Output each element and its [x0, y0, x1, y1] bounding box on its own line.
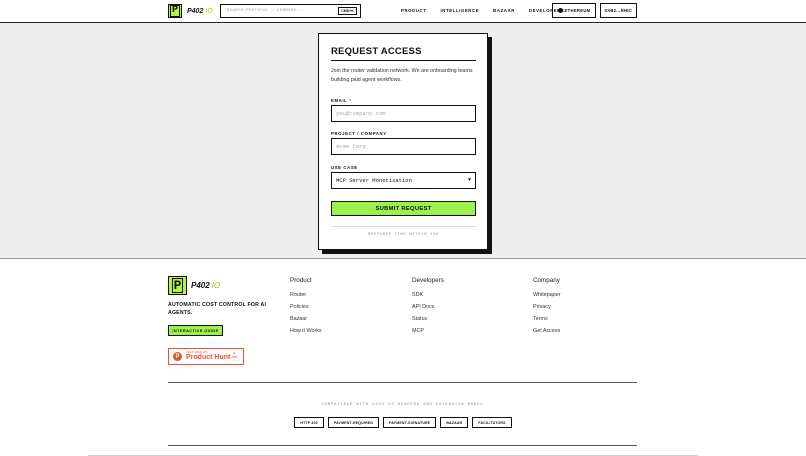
- logo-mark-icon: P: [168, 276, 187, 295]
- footer-link-policies[interactable]: Policies: [290, 304, 322, 316]
- compatibility-note: COMPATIBLE WITH X402 V2 HEADERS AND EXTE…: [321, 403, 484, 407]
- wallet-button[interactable]: 0XB2...59EC: [600, 3, 637, 18]
- interactive-guide-button[interactable]: INTERACTIVE GUIDE: [168, 325, 223, 336]
- ethereum-icon: [557, 8, 563, 13]
- logo-letter: P: [171, 278, 184, 293]
- upvote-number: 156: [231, 354, 237, 359]
- footer-col-product: Product Router Policies Bazaar How it Wo…: [290, 277, 322, 340]
- required-marker: *: [349, 98, 352, 103]
- project-field[interactable]: Acme Corp: [331, 138, 476, 155]
- footer-link-how-it-works[interactable]: How it Works: [290, 328, 322, 340]
- request-access-card: REQUEST ACCESS Join the router validatio…: [318, 33, 488, 250]
- product-hunt-text: FEATURED ON Product Hunt: [186, 351, 231, 362]
- footer-link-privacy[interactable]: Privacy: [533, 304, 561, 316]
- upvote-count: ▲ 156: [231, 351, 237, 360]
- tag-http-402[interactable]: HTTP 402: [294, 417, 324, 428]
- main-content: REQUEST ACCESS Join the router validatio…: [0, 23, 806, 259]
- nav-bazaar[interactable]: BAZAAR: [493, 8, 515, 13]
- usecase-label: USE CASE: [331, 165, 358, 170]
- footer-link-status[interactable]: Status: [412, 316, 444, 328]
- email-field[interactable]: you@company.com: [331, 105, 476, 122]
- protocol-tags: HTTP 402 PAYMENT-REQUIRED PAYMENT-SIGNAT…: [0, 417, 806, 428]
- product-hunt-icon: P: [173, 352, 182, 361]
- nav-product[interactable]: PRODUCT: [401, 8, 426, 13]
- title-divider: [331, 60, 476, 61]
- footer-link-terms[interactable]: Terms: [533, 316, 561, 328]
- submit-button[interactable]: SUBMIT REQUEST: [331, 201, 476, 216]
- form-title: REQUEST ACCESS: [331, 46, 422, 57]
- site-footer: P P402 IO AUTOMATIC COST CONTROL FOR AI A…: [0, 260, 806, 456]
- brand-logo[interactable]: P P402 IO: [168, 4, 213, 18]
- footer-link-whitepaper[interactable]: Whitepaper: [533, 292, 561, 304]
- footer-col-developers: Developers SDK API Docs Status MCP: [412, 277, 444, 340]
- footer-divider: [331, 226, 476, 227]
- network-label: ETHEREUM: [564, 8, 591, 13]
- project-label: PROJECT / COMPANY: [331, 131, 387, 136]
- product-hunt-badge[interactable]: P FEATURED ON Product Hunt ▲ 156: [168, 348, 244, 365]
- footer-col-heading: Company: [533, 277, 560, 284]
- product-hunt-name: Product Hunt: [186, 354, 231, 362]
- footer-col-heading: Product: [290, 277, 312, 284]
- footer-link-sdk[interactable]: SDK: [412, 292, 444, 304]
- search-input[interactable]: SEARCH PROTOCOL / COMMAND... CMD+K: [220, 4, 361, 18]
- chevron-down-icon: ▼: [467, 177, 471, 183]
- response-note: RESPONSE TIME WITHIN 24H: [368, 233, 439, 237]
- footer-link-mcp[interactable]: MCP: [412, 328, 444, 340]
- email-placeholder: you@company.com: [336, 110, 386, 117]
- footer-brand-name: P402 IO: [191, 281, 221, 290]
- wallet-address: 0XB2...59EC: [604, 8, 633, 13]
- email-label: EMAIL *: [331, 98, 352, 103]
- search-shortcut-badge: CMD+K: [338, 7, 357, 15]
- footer-link-get-access[interactable]: Get Access: [533, 328, 561, 340]
- tag-payment-signature[interactable]: PAYMENT-SIGNATURE: [383, 417, 437, 428]
- usecase-select[interactable]: MCP Server Monetization ▼: [331, 172, 476, 189]
- network-selector[interactable]: ETHEREUM: [552, 3, 596, 18]
- logo-letter: P: [169, 5, 180, 17]
- footer-divider: [168, 445, 637, 446]
- footer-col-company: Company Whitepaper Privacy Terms Get Acc…: [533, 277, 561, 340]
- top-header: P P402 IO SEARCH PROTOCOL / COMMAND... CM…: [0, 0, 806, 23]
- footer-tagline: AUTOMATIC COST CONTROL FOR AI AGENTS.: [168, 302, 267, 316]
- footer-link-router[interactable]: Router: [290, 292, 322, 304]
- brand-name: P402 IO: [187, 7, 213, 15]
- footer-divider: [168, 382, 637, 383]
- tag-bazaar[interactable]: BAZAAR: [440, 417, 469, 428]
- form-description: Join the router validation network. We a…: [331, 68, 473, 83]
- usecase-value: MCP Server Monetization: [336, 177, 412, 184]
- footer-link-bazaar[interactable]: Bazaar: [290, 316, 322, 328]
- tag-facilitators[interactable]: FACILITATORS: [472, 417, 512, 428]
- logo-mark-icon: P: [168, 4, 182, 18]
- footer-link-api-docs[interactable]: API Docs: [412, 304, 444, 316]
- project-placeholder: Acme Corp: [336, 143, 366, 150]
- nav-intelligence[interactable]: INTELLIGENCE: [440, 8, 479, 13]
- tag-payment-required[interactable]: PAYMENT-REQUIRED: [327, 417, 380, 428]
- footer-logo[interactable]: P P402 IO: [168, 276, 220, 295]
- footer-col-heading: Developers: [412, 277, 444, 284]
